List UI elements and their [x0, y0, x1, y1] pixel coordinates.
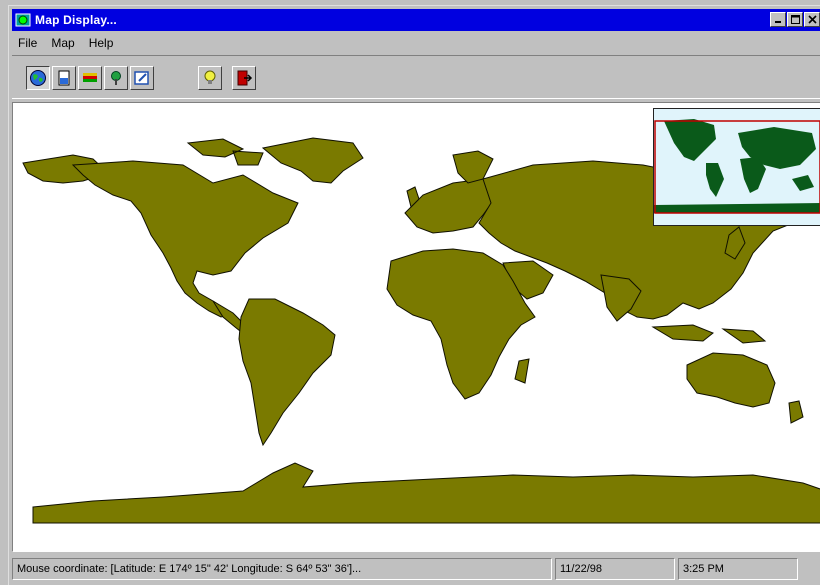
overview-map-image — [654, 109, 820, 225]
toolbar-group-extra — [198, 66, 222, 90]
map-australia — [686, 352, 776, 408]
window-controls — [770, 12, 820, 27]
exit-icon — [237, 70, 253, 86]
lightbulb-icon — [204, 70, 216, 84]
toolbar-group-exit — [232, 66, 256, 90]
menu-help[interactable]: Help — [87, 35, 116, 51]
maximize-button[interactable] — [787, 12, 803, 27]
title-bar[interactable]: Map Display... — [12, 9, 820, 31]
map-greenland — [261, 137, 364, 184]
world-map-canvas[interactable] — [12, 102, 820, 552]
map-north-america — [71, 160, 299, 318]
edit-button[interactable] — [130, 66, 154, 90]
close-button[interactable] — [804, 12, 820, 27]
minimize-button[interactable] — [770, 12, 786, 27]
document-icon — [58, 70, 70, 86]
window-title: Map Display... — [35, 13, 117, 27]
status-time: 3:25 PM — [678, 558, 798, 580]
menu-bar: File Map Help — [12, 33, 115, 53]
minimize-icon — [774, 21, 781, 23]
toolbar — [12, 55, 820, 99]
layers-icon — [83, 73, 97, 82]
status-coordinate: Mouse coordinate: [Latitude: E 174º 15" … — [12, 558, 552, 580]
menu-file[interactable]: File — [16, 35, 39, 51]
document-button[interactable] — [52, 66, 76, 90]
edit-icon — [134, 71, 149, 85]
map-antarctica — [32, 462, 820, 524]
maximize-icon — [790, 15, 800, 24]
app-globe-icon — [15, 13, 31, 27]
layers-button[interactable] — [78, 66, 102, 90]
toolbar-group-main — [26, 66, 154, 90]
menu-map[interactable]: Map — [49, 35, 76, 51]
status-date: 11/22/98 — [555, 558, 675, 580]
close-icon — [807, 15, 817, 24]
overview-map[interactable] — [653, 108, 820, 226]
pin-button[interactable] — [104, 66, 128, 90]
globe-view-button[interactable] — [26, 66, 50, 90]
map-madagascar — [514, 358, 530, 384]
globe-icon — [30, 70, 46, 86]
pin-icon — [111, 71, 121, 85]
map-south-america — [238, 298, 336, 447]
map-canada-islands — [186, 138, 264, 166]
map-indonesia — [651, 324, 767, 344]
status-bar: Mouse coordinate: [Latitude: E 174º 15" … — [12, 558, 820, 581]
tips-button[interactable] — [198, 66, 222, 90]
map-new-zealand — [788, 400, 804, 424]
map-display-window: Map Display... File Map Help Mouse coord… — [8, 5, 820, 585]
exit-button[interactable] — [232, 66, 256, 90]
